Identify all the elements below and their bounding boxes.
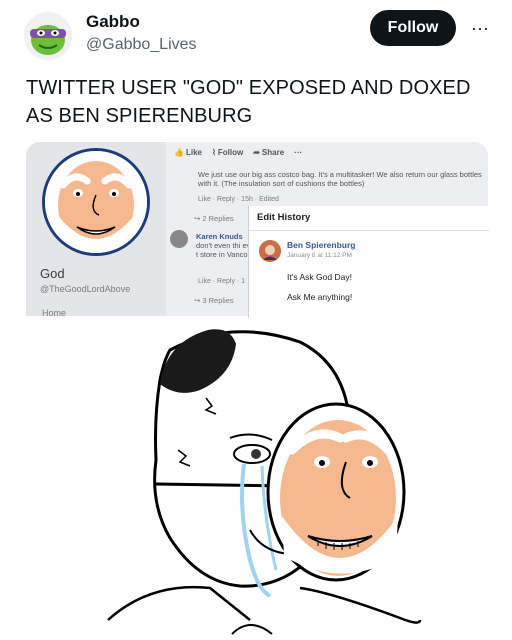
user-handle[interactable]: @Gabbo_Lives — [86, 36, 197, 54]
author-avatar-icon — [259, 240, 281, 262]
author-avatar — [259, 240, 281, 262]
screenshot-profile-panel: God @TheGoodLordAbove Home — [26, 142, 166, 316]
follow-button[interactable]: Follow — [370, 10, 456, 46]
action-follow: ⌇ Follow — [211, 148, 244, 157]
home-link: Home — [42, 308, 67, 316]
screenshot-action-bar: 👍 Like ⌇ Follow ➦ Share ··· — [174, 148, 302, 157]
action-like: 👍 Like — [174, 148, 202, 157]
crying-wojak-mask-icon — [0, 320, 512, 640]
edit-timestamp: January 8 at 11:12 PM — [287, 252, 352, 259]
edit-author-name: Ben Spierenburg — [287, 240, 356, 250]
karen-name: Karen Knuds — [196, 232, 243, 241]
tweet-text: TWITTER USER "GOD" EXPOSED AND DOXED AS … — [26, 77, 471, 127]
replies-link-2: ↪ 3 Replies — [194, 296, 234, 305]
edit-version-1: It's Ask God Day! — [287, 272, 352, 282]
karen-meta: Like · Reply · 1 — [198, 278, 246, 285]
profile-handle: @TheGoodLordAbove — [40, 284, 131, 294]
replies-link: ↪ 2 Replies — [194, 214, 234, 223]
like-icon: 👍 — [174, 148, 184, 157]
comment-meta: Like · Reply · 15h · Edited — [198, 196, 279, 203]
share-icon: ➦ — [253, 148, 260, 157]
action-more: ··· — [294, 148, 303, 157]
edit-history-panel: Edit History Ben Spierenburg January 8 a… — [248, 206, 489, 318]
ninja-turtle-avatar-icon — [24, 12, 72, 60]
god-profile-picture — [42, 148, 150, 256]
old-man-face-icon — [45, 151, 147, 253]
more-options-icon[interactable]: ··· — [466, 14, 494, 42]
wojak-meme-image — [0, 320, 512, 640]
comment-text: We just use our big ass costco bag. It's… — [198, 170, 482, 188]
profile-name: God — [40, 266, 65, 281]
avatar[interactable] — [24, 12, 72, 60]
karen-avatar — [170, 230, 188, 248]
edit-version-2: Ask Me anything! — [287, 292, 353, 302]
divider — [249, 230, 489, 231]
edit-history-title: Edit History — [257, 212, 311, 223]
user-name[interactable]: Gabbo — [86, 12, 140, 32]
action-share: ➦ Share — [253, 148, 285, 157]
rss-icon: ⌇ — [211, 148, 216, 157]
